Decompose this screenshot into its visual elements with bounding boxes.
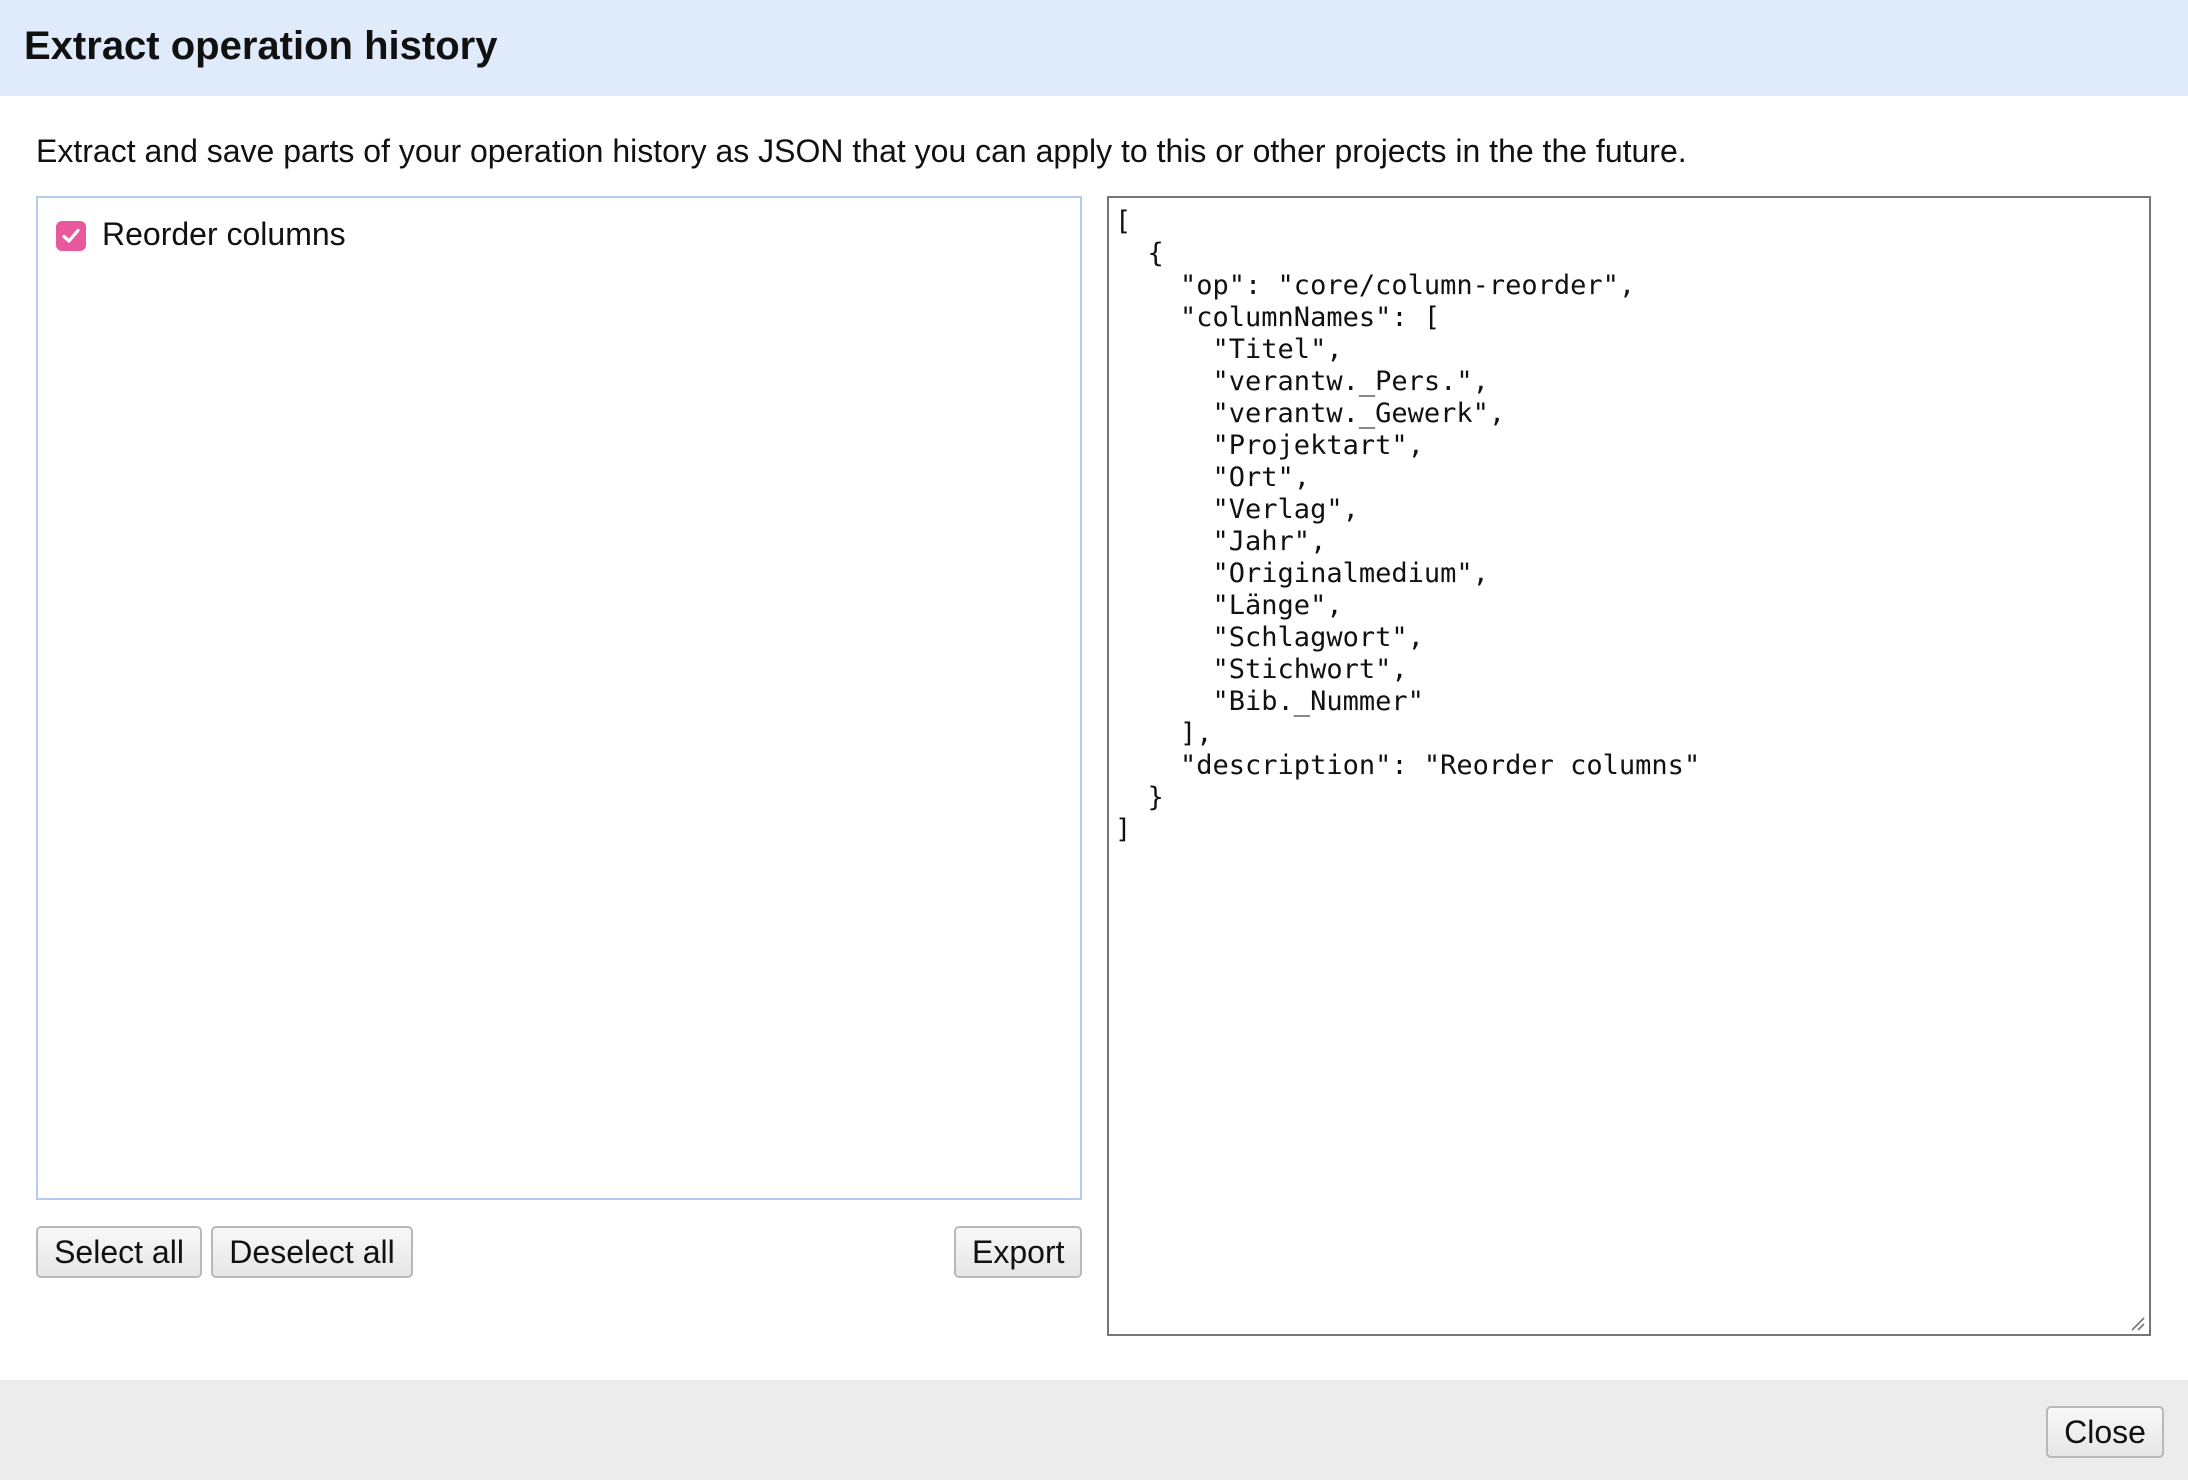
- operation-checkbox[interactable]: [56, 221, 86, 251]
- checkmark-icon: [62, 228, 80, 243]
- operation-list: Reorder columns: [36, 196, 1082, 1200]
- json-output-textarea[interactable]: [ { "op": "core/column-reorder", "column…: [1107, 196, 2151, 1336]
- dialog-description: Extract and save parts of your operation…: [36, 133, 1687, 169]
- operation-label: Reorder columns: [102, 216, 346, 252]
- close-button[interactable]: Close: [2046, 1406, 2164, 1458]
- deselect-all-button[interactable]: Deselect all: [211, 1226, 413, 1278]
- dialog-footer: [0, 1380, 2188, 1480]
- resize-grip-icon[interactable]: [2128, 1314, 2146, 1332]
- export-button[interactable]: Export: [954, 1226, 1082, 1278]
- operation-item-reorder-columns[interactable]: Reorder columns: [56, 212, 346, 256]
- dialog-header: Extract operation history: [0, 0, 2188, 96]
- dialog-title: Extract operation history: [24, 24, 498, 68]
- select-all-button[interactable]: Select all: [36, 1226, 202, 1278]
